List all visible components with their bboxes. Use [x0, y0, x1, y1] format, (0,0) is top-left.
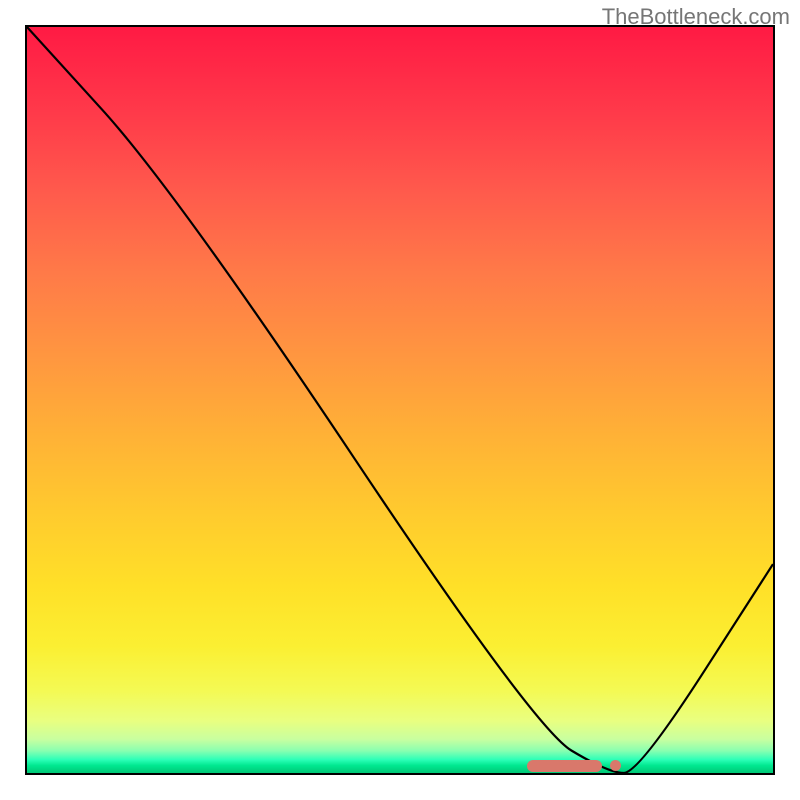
optimal-range-marker [527, 760, 603, 772]
optimal-point-marker [610, 760, 621, 771]
plot-area [25, 25, 775, 775]
chart-line [27, 27, 773, 773]
watermark-text: TheBottleneck.com [602, 4, 790, 30]
